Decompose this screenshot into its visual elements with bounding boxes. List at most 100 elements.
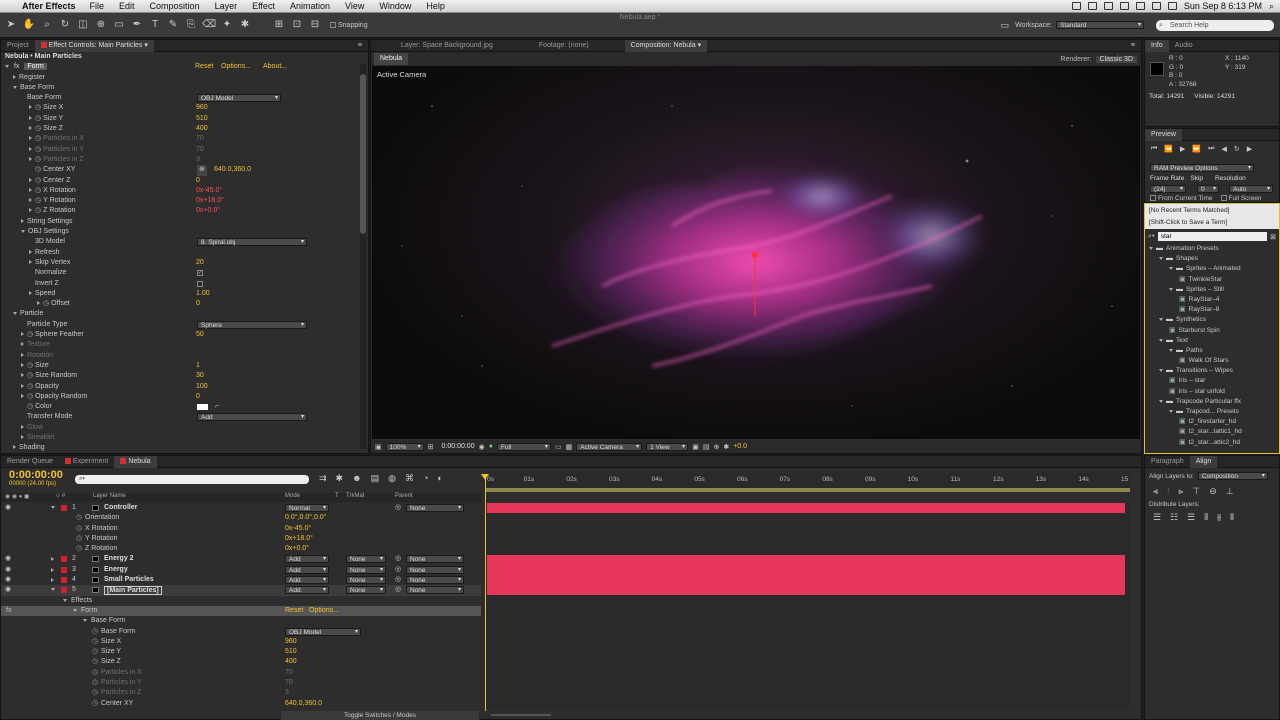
disclosure-icon[interactable] <box>51 578 54 583</box>
last-frame-icon[interactable]: ⏭ <box>1208 145 1214 153</box>
preset-folder[interactable]: ▬ Transitions – Wipes <box>1145 366 1279 376</box>
stopwatch-icon[interactable]: ◷ <box>92 678 98 688</box>
tab-experiment[interactable]: Experiment <box>59 456 114 468</box>
prev-frame-icon[interactable]: ⏪ <box>1164 145 1173 153</box>
effect-property-row[interactable]: ◷ Particles in Y 70 <box>1 145 368 155</box>
property-name[interactable]: Size Y <box>101 647 121 657</box>
property-name[interactable]: Y Rotation <box>85 534 118 544</box>
disclosure-icon[interactable] <box>51 567 54 572</box>
disclosure-icon[interactable] <box>21 218 24 223</box>
disclosure-icon[interactable] <box>13 312 17 316</box>
status-icon[interactable] <box>1103 2 1113 10</box>
effect-property-row[interactable]: ◷ Particles in Z 3 <box>1 155 368 165</box>
property-name[interactable]: Z Rotation <box>85 544 117 554</box>
timecode-display[interactable]: 0:00:00:00 <box>442 443 475 450</box>
preset-folder[interactable]: ▬ Animation Presets <box>1145 244 1279 254</box>
property-value[interactable]: 0x+0.0° <box>196 206 220 216</box>
align-top-icon[interactable]: ⊤ <box>1192 486 1200 497</box>
timeline-layer-row[interactable]: ◉ 3 Energy Add None ◎ None <box>1 565 481 575</box>
region-icon[interactable]: ▭ <box>555 443 562 451</box>
panel-menu-icon[interactable]: ≡ <box>1131 42 1135 49</box>
disclosure-icon[interactable] <box>21 342 24 347</box>
effect-property-row[interactable]: Register <box>1 73 368 83</box>
exposure-value[interactable]: +0.0 <box>733 443 747 450</box>
transparency-grid-icon[interactable]: ▦ <box>566 443 573 451</box>
disclosure-icon[interactable] <box>51 506 55 509</box>
effect-name[interactable]: Form <box>24 63 47 71</box>
menu-window[interactable]: Window <box>379 1 411 11</box>
preset-item[interactable]: ▣ t2_star...tattic1_hd <box>1145 427 1279 437</box>
property-value[interactable]: 70 <box>196 145 204 155</box>
camera-dropdown[interactable]: Active Camera <box>576 442 643 451</box>
trkmat-dropdown[interactable]: None <box>346 565 386 574</box>
preset-folder[interactable]: ▬ Shapes <box>1145 254 1279 264</box>
property-value[interactable]: 960 <box>196 103 208 113</box>
stopwatch-icon[interactable]: ◷ <box>35 197 41 204</box>
effect-property-row[interactable]: ◷ Size Z 400 <box>1 124 368 134</box>
stopwatch-icon[interactable]: ◷ <box>27 372 33 379</box>
distribute-top-icon[interactable]: ☰ <box>1153 512 1161 523</box>
work-area-bar[interactable] <box>485 488 1130 492</box>
disclosure-icon[interactable] <box>1169 348 1173 352</box>
stopwatch-icon[interactable]: ◷ <box>27 362 33 369</box>
ram-preview-icon[interactable]: ▶ <box>1247 145 1252 153</box>
disclosure-icon[interactable] <box>83 619 87 623</box>
layer-duration-bar[interactable] <box>487 564 1125 575</box>
effect-property-row[interactable]: Transfer Mode Add <box>1 412 368 422</box>
property-name[interactable]: Size Z <box>101 657 121 667</box>
resolution-dropdown[interactable]: Full <box>496 442 551 451</box>
property-value[interactable]: 0x+18.0° <box>285 534 313 544</box>
pickwhip-icon[interactable]: ◎ <box>395 575 401 585</box>
pickwhip-icon[interactable]: ◎ <box>395 503 401 513</box>
tab-paragraph[interactable]: Paragraph <box>1145 456 1190 468</box>
stopwatch-icon[interactable]: ◷ <box>35 166 41 173</box>
stopwatch-icon[interactable]: ◷ <box>76 513 82 523</box>
disclosure-icon[interactable] <box>1159 369 1163 373</box>
property-name[interactable]: Particles in Y <box>101 678 142 688</box>
tab-composition[interactable]: Composition: Nebula ▾ <box>624 39 708 52</box>
align-to-dropdown[interactable]: Composition <box>1197 472 1268 480</box>
disclosure-icon[interactable] <box>29 115 32 120</box>
effect-property-row[interactable]: Refresh <box>1 248 368 258</box>
stopwatch-icon[interactable]: ◷ <box>76 524 82 534</box>
effect-property-row[interactable]: ◷ Offset 0 <box>1 299 368 309</box>
trkmat-dropdown[interactable]: None <box>346 555 386 564</box>
preset-folder[interactable]: ▬ Sprites – Still <box>1145 285 1279 295</box>
disclosure-icon[interactable] <box>1169 410 1173 413</box>
layer-duration-bar[interactable] <box>487 503 1125 513</box>
timeline-property-row[interactable]: ◷ X Rotation 0x-45.0° <box>1 524 481 534</box>
property-value[interactable]: 3 <box>285 688 289 698</box>
stopwatch-icon[interactable]: ◷ <box>92 668 98 678</box>
visibility-icon[interactable]: ◉ <box>5 554 11 564</box>
layer-name[interactable]: Energy 2 <box>104 554 134 564</box>
preset-folder[interactable]: ▬ Synthetics <box>1145 315 1279 325</box>
disclosure-icon[interactable] <box>29 156 32 161</box>
trkmat-dropdown[interactable]: None <box>346 586 386 595</box>
tab-preview[interactable]: Preview <box>1145 128 1182 141</box>
property-value[interactable]: 100 <box>196 382 208 392</box>
align-vcenter-icon[interactable]: ⊖ <box>1209 486 1217 497</box>
disclosure-icon[interactable] <box>1149 247 1153 250</box>
property-name[interactable]: Size X <box>101 637 121 647</box>
disclosure-icon[interactable] <box>1159 257 1163 261</box>
timeline-property-row[interactable]: ◷ Orientation 0.0°,0.0°,0.0° <box>1 513 481 523</box>
disclosure-icon[interactable] <box>21 352 24 357</box>
stopwatch-icon[interactable]: ◷ <box>27 403 33 410</box>
stopwatch-icon[interactable]: ◷ <box>92 627 98 637</box>
effect-about-link[interactable]: About... <box>263 62 287 72</box>
preset-folder[interactable]: ▬ Sprites – Animated <box>1145 264 1279 274</box>
property-value[interactable]: 20 <box>196 258 204 268</box>
timeline-property-row[interactable]: ◷ Particles in Y 70 <box>1 678 481 688</box>
property-name[interactable]: Form <box>81 606 97 616</box>
disclosure-icon[interactable] <box>1159 399 1163 403</box>
disclosure-icon[interactable] <box>13 445 16 450</box>
blend-mode-dropdown[interactable]: Add <box>285 565 329 574</box>
visibility-icon[interactable]: ◉ <box>5 585 11 595</box>
label-color-icon[interactable] <box>61 505 67 511</box>
timeline-property-row[interactable]: ◷ Particles in Z 3 <box>1 688 481 698</box>
label-color-icon[interactable] <box>61 566 67 573</box>
workspace-dropdown[interactable]: Standard <box>1056 21 1144 29</box>
distribute-hcenter-icon[interactable]: ⫵ <box>1217 512 1221 523</box>
disclosure-icon[interactable] <box>21 373 24 378</box>
property-value[interactable]: 70 <box>285 668 293 678</box>
